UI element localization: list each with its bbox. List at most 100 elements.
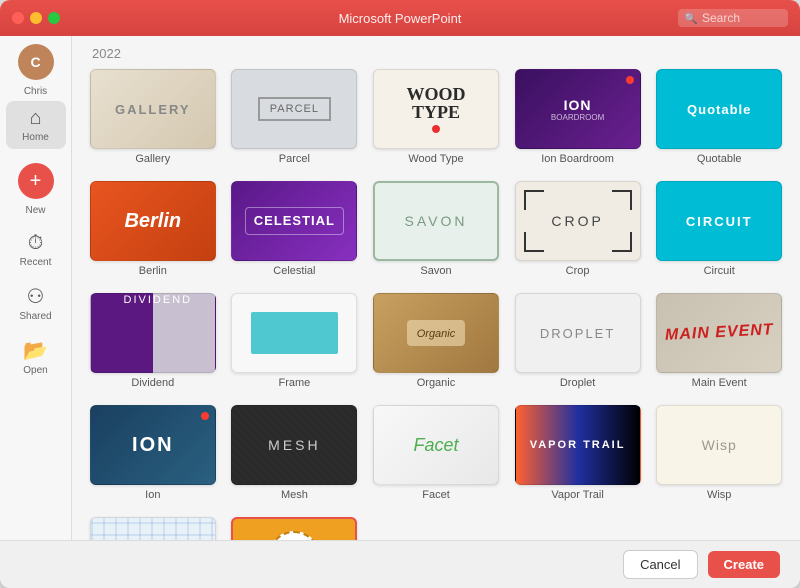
template-thumb-badge: BADGE Badge (231, 517, 357, 540)
close-button[interactable] (12, 12, 24, 24)
app-window: Microsoft PowerPoint 🔍 C Chris ⌂ Home + … (0, 0, 800, 588)
template-mesh[interactable]: MESH Mesh (230, 405, 360, 501)
template-dividend[interactable]: DIVIDEND Dividend (88, 293, 218, 389)
template-name-quotable: Quotable (697, 153, 742, 165)
template-frame[interactable]: Frame (230, 293, 360, 389)
celestial-text: CELESTIAL (254, 213, 335, 228)
template-ionboardroom[interactable]: ION BOARDROOM Ion Boardroom (513, 69, 643, 165)
template-quotable[interactable]: Quotable Quotable (654, 69, 784, 165)
celestial-inner: CELESTIAL (245, 207, 344, 235)
template-thumb-circuit: CIRCUIT (656, 181, 782, 261)
ion-dot (201, 412, 209, 420)
organic-text: Organic (417, 328, 456, 340)
crop-corner-tl (524, 190, 544, 210)
template-thumb-dividend: DIVIDEND (90, 293, 216, 373)
template-name-ionboardroom: Ion Boardroom (541, 153, 614, 165)
template-thumb-wisp: Wisp (656, 405, 782, 485)
search-input[interactable] (702, 11, 782, 25)
template-woodtype[interactable]: WOODTYPE Wood Type (371, 69, 501, 165)
template-celestial[interactable]: CELESTIAL Celestial (230, 181, 360, 277)
crop-corner-tr (612, 190, 632, 210)
template-thumb-crop: CROP (515, 181, 641, 261)
create-button[interactable]: Create (708, 551, 780, 578)
template-thumb-celestial: CELESTIAL (231, 181, 357, 261)
main-area: C Chris ⌂ Home + New ⏱ Recent ⚇ Shared (0, 36, 800, 540)
woodtype-text: WOODTYPE (406, 85, 465, 121)
template-name-organic: Organic (417, 377, 456, 389)
search-box[interactable]: 🔍 (678, 9, 788, 27)
template-thumb-facet: Facet (373, 405, 499, 485)
minimize-button[interactable] (30, 12, 42, 24)
template-thumb-woodtype: WOODTYPE (373, 69, 499, 149)
template-droplet[interactable]: DROPLET Droplet (513, 293, 643, 389)
user-label: Chris (24, 86, 47, 97)
template-name-parcel: Parcel (279, 153, 310, 165)
template-name-gallery: Gallery (135, 153, 170, 165)
integral-pattern (91, 518, 215, 540)
frame-inner (251, 312, 338, 355)
vaportrail-text: VAPOR TRAIL (530, 439, 626, 451)
template-name-savon: Savon (420, 265, 451, 277)
template-crop[interactable]: CROP Crop (513, 181, 643, 277)
template-organic[interactable]: Organic Organic (371, 293, 501, 389)
template-name-vaportrail: Vapor Trail (551, 489, 603, 501)
template-thumb-frame (231, 293, 357, 373)
cancel-button[interactable]: Cancel (623, 550, 697, 579)
template-circuit[interactable]: CIRCUIT Circuit (654, 181, 784, 277)
traffic-lights (12, 12, 60, 24)
quotable-text: Quotable (687, 102, 751, 117)
droplet-text: DROPLET (540, 326, 615, 341)
ionboard-text: ION (564, 97, 592, 113)
open-icon: 📂 (23, 338, 48, 363)
template-thumb-organic: Organic (373, 293, 499, 373)
search-icon: 🔍 (684, 12, 698, 25)
titlebar: Microsoft PowerPoint 🔍 (0, 0, 800, 36)
template-thumb-gallery: GALLERY (90, 69, 216, 149)
template-name-frame: Frame (279, 377, 311, 389)
parcel-box: PARCEL (258, 97, 331, 121)
sidebar-label-home: Home (22, 132, 49, 143)
template-thumb-integral: INTEGRAL (90, 517, 216, 540)
template-ion[interactable]: ION Ion (88, 405, 218, 501)
sidebar-item-home[interactable]: ⌂ Home (6, 101, 66, 149)
template-thumb-berlin: Berlin (90, 181, 216, 261)
wisp-text: Wisp (702, 437, 737, 453)
template-savon[interactable]: SAVON Savon (371, 181, 501, 277)
template-thumb-quotable: Quotable (656, 69, 782, 149)
new-button[interactable]: + (18, 163, 54, 199)
template-wisp[interactable]: Wisp Wisp (654, 405, 784, 501)
template-name-wisp: Wisp (707, 489, 731, 501)
template-integral[interactable]: INTEGRAL Integral (88, 517, 218, 540)
ionboard-dot (626, 76, 634, 84)
ionboard-sub: BOARDROOM (551, 113, 604, 122)
crop-text: CROP (551, 213, 603, 229)
ion-text: ION (132, 434, 174, 457)
template-badge[interactable]: BADGE Badge Badge (230, 517, 360, 540)
content-header: 2022 (72, 36, 800, 65)
template-gallery[interactable]: GALLERY Gallery (88, 69, 218, 165)
template-name-mainevent: Main Event (692, 377, 747, 389)
sidebar-item-shared[interactable]: ⚇ Shared (6, 278, 66, 328)
template-name-berlin: Berlin (139, 265, 167, 277)
content-area: 2022 GALLERY Gallery PARCEL Parcel (72, 36, 800, 540)
template-thumb-mainevent: MAIN EVENT (656, 293, 782, 373)
template-berlin[interactable]: Berlin Berlin (88, 181, 218, 277)
template-parcel[interactable]: PARCEL Parcel (230, 69, 360, 165)
template-thumb-vaportrail: VAPOR TRAIL (515, 405, 641, 485)
badge-circle: BADGE (268, 531, 320, 540)
template-facet[interactable]: Facet Facet (371, 405, 501, 501)
sidebar-item-recent[interactable]: ⏱ Recent (6, 226, 66, 274)
crop-corner-br (612, 232, 632, 252)
sidebar-item-open[interactable]: 📂 Open (6, 332, 66, 382)
template-vaportrail[interactable]: VAPOR TRAIL Vapor Trail (513, 405, 643, 501)
template-name-crop: Crop (566, 265, 590, 277)
sidebar: C Chris ⌂ Home + New ⏱ Recent ⚇ Shared (0, 36, 72, 540)
sidebar-item-new[interactable]: + New (6, 153, 66, 222)
template-mainevent[interactable]: MAIN EVENT Main Event (654, 293, 784, 389)
organic-inner: Organic (407, 320, 466, 346)
template-name-dividend: Dividend (131, 377, 174, 389)
facet-text: Facet (413, 435, 458, 456)
crop-corner-bl (524, 232, 544, 252)
maximize-button[interactable] (48, 12, 60, 24)
template-thumb-droplet: DROPLET (515, 293, 641, 373)
